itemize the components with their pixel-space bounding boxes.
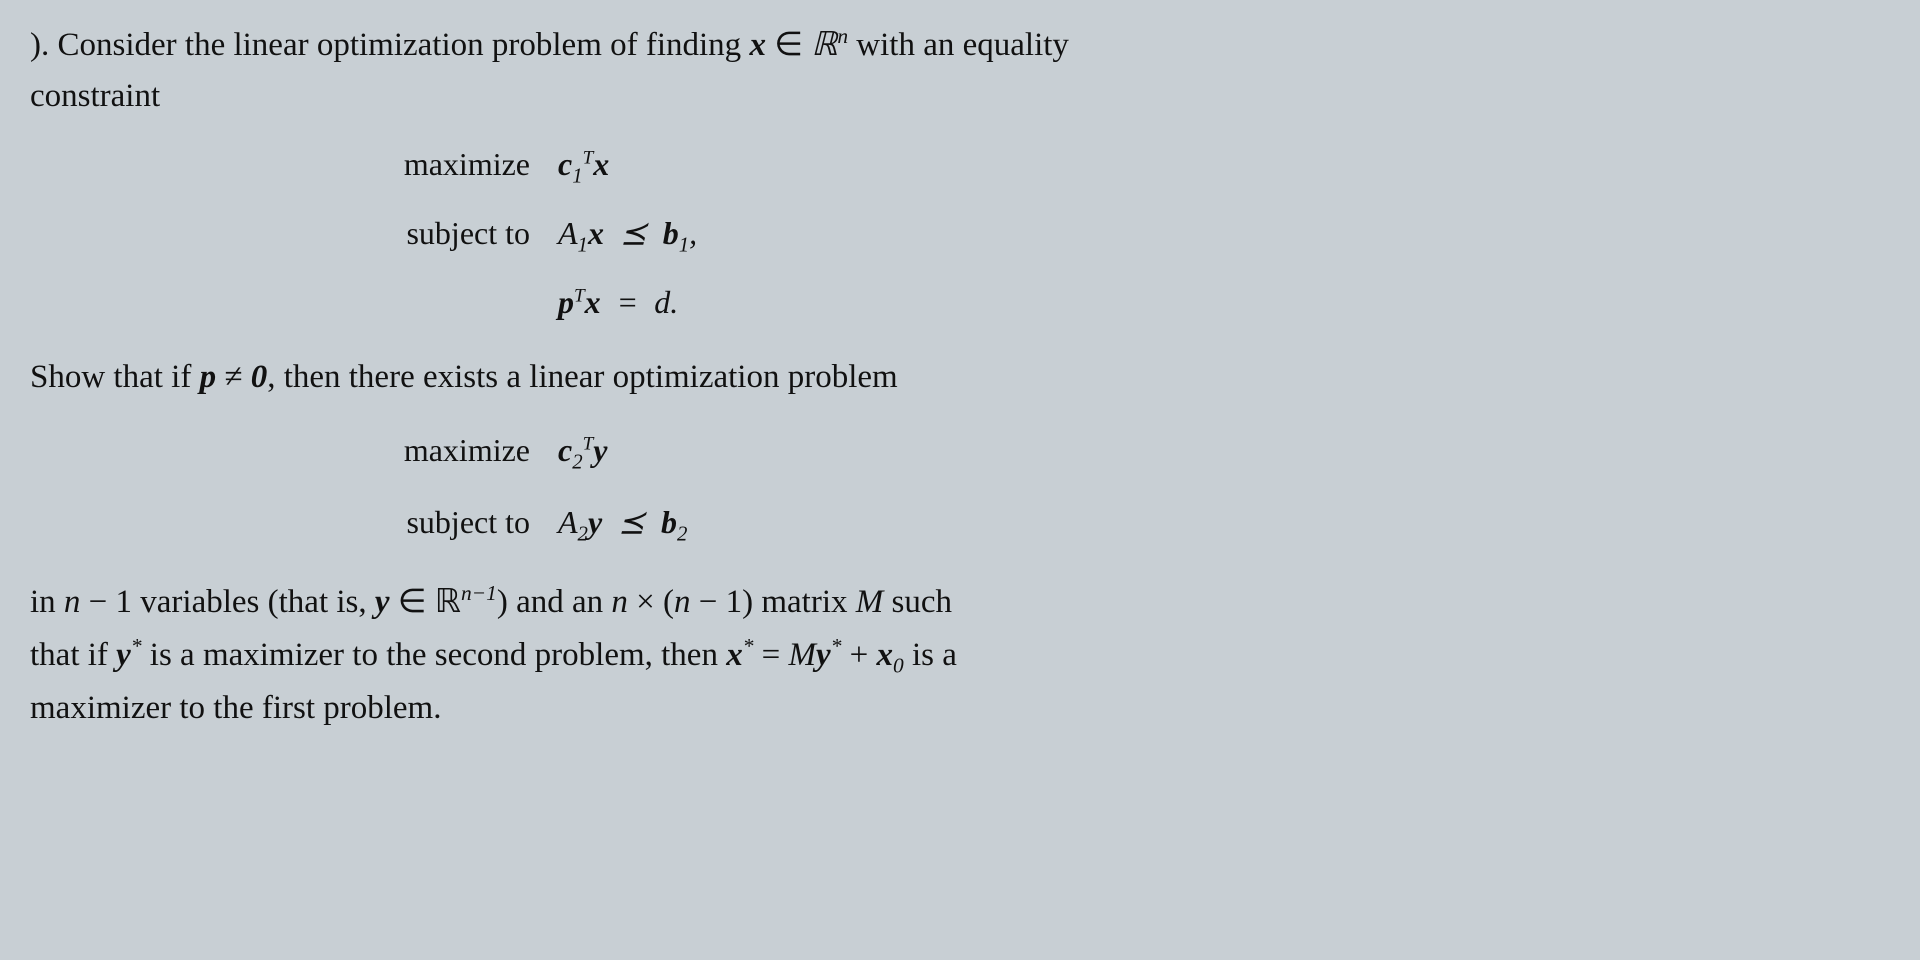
subject-to-label-1: subject to — [370, 201, 530, 265]
x-variable: x — [749, 27, 766, 63]
subject-to-row-1: subject to A1x ⪯ b1, — [370, 201, 1860, 266]
conclusion-text: in n − 1 variables (that is, y ∈ ℝn−1) a… — [30, 576, 1860, 736]
show-statement: Show that if p ≠ 0, then there exists a … — [30, 352, 1860, 403]
maximize-label-2: maximize — [370, 417, 530, 484]
maximize-expr-1: c1Tx — [558, 132, 609, 197]
constraint-1a: A1x ⪯ b1, — [558, 201, 697, 266]
second-optimization-block: maximize c2Ty subject to A2y ⪯ b2 — [30, 417, 1860, 555]
first-optimization-block: maximize c1Tx subject to A1x ⪯ b1, pTx =… — [30, 132, 1860, 334]
problem-number: ). — [30, 27, 49, 63]
problem-intro: ). Consider the linear optimization prob… — [30, 20, 1860, 122]
maximize-row-2: maximize c2Ty — [370, 417, 1860, 484]
Rn-set: ℝn — [811, 27, 848, 63]
subject-to-row-2: subject to A2y ⪯ b2 — [370, 489, 1860, 556]
constraint-1b: pTx = d. — [558, 270, 678, 334]
constraint-2a: A2y ⪯ b2 — [558, 489, 687, 556]
maximize-expr-2: c2Ty — [558, 417, 607, 484]
maximize-row-1: maximize c1Tx — [370, 132, 1860, 197]
subject-to-label-2: subject to — [370, 489, 530, 556]
page-content: ). Consider the linear optimization prob… — [30, 20, 1860, 735]
maximize-label-1: maximize — [370, 132, 530, 196]
constraint-row-1b: pTx = d. — [370, 270, 1860, 334]
